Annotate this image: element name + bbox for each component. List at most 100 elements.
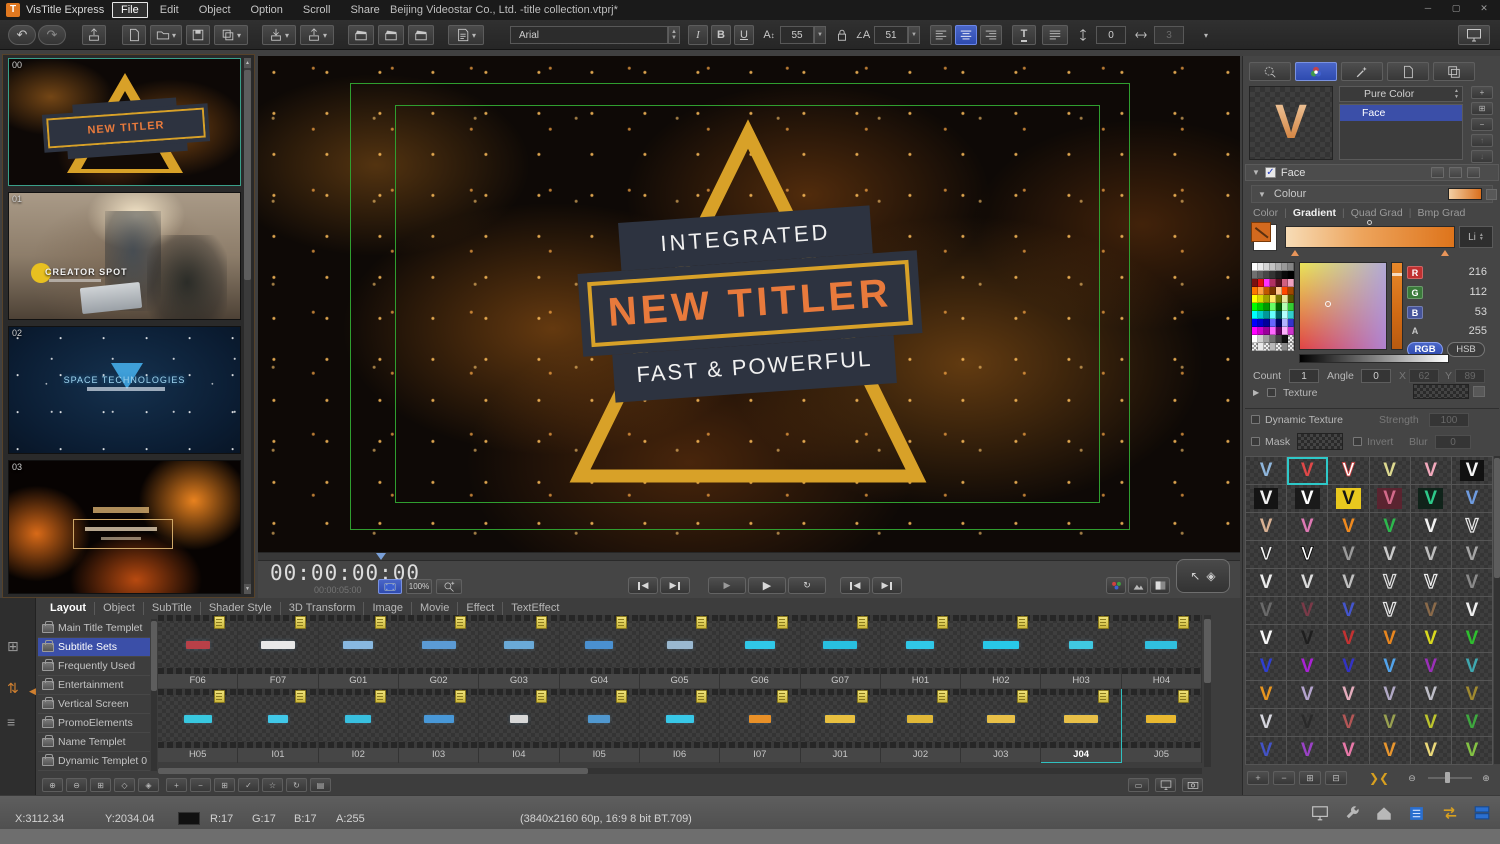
- template-item-g01[interactable]: G01: [318, 615, 399, 689]
- v-style-24[interactable]: V: [1246, 569, 1288, 597]
- v-style-42[interactable]: V: [1246, 653, 1288, 681]
- skew-angle-field[interactable]: 51: [874, 26, 908, 44]
- unlink-template-button[interactable]: ⊖: [66, 778, 87, 792]
- align-right-button[interactable]: [980, 25, 1002, 45]
- paragraph-lines-button[interactable]: [1042, 25, 1068, 45]
- remove-layer-button[interactable]: −: [1471, 118, 1493, 131]
- hue-marker[interactable]: [1392, 273, 1402, 276]
- face-option1-button[interactable]: [1431, 167, 1444, 178]
- shader-layer-list[interactable]: Face: [1339, 104, 1463, 160]
- v-style-4[interactable]: V: [1410, 457, 1452, 485]
- category-frequently-used[interactable]: Frequently Used: [38, 657, 150, 676]
- palette-swatch[interactable]: [1288, 343, 1294, 351]
- template-grid-hthumb[interactable]: [158, 768, 588, 774]
- undo-button[interactable]: [8, 25, 36, 45]
- up-template-button[interactable]: ◇: [114, 778, 135, 792]
- thumbnail-01[interactable]: CREATOR SPOT 01: [8, 192, 241, 320]
- v-style-19[interactable]: V: [1287, 541, 1329, 569]
- v-style-26[interactable]: V: [1328, 569, 1370, 597]
- category-vertical-screen[interactable]: Vertical Screen: [38, 695, 150, 714]
- template-grid-hscrollbar[interactable]: [158, 768, 1202, 774]
- gradient-editor-bar[interactable]: [1285, 226, 1455, 248]
- palette-swatch[interactable]: [1288, 279, 1294, 287]
- minimize-icon[interactable]: ─: [1422, 3, 1434, 14]
- timeline-ruler[interactable]: [258, 553, 1240, 561]
- palette-swatch[interactable]: [1288, 263, 1294, 271]
- template-item-h04[interactable]: H04: [1121, 615, 1203, 689]
- v-style-39[interactable]: V: [1369, 625, 1411, 653]
- monitor-preview-button[interactable]: [1155, 778, 1176, 792]
- scrollbar-thumb[interactable]: [244, 70, 251, 280]
- style-load-button[interactable]: ⊟: [1325, 771, 1347, 785]
- v-style-17[interactable]: V: [1451, 513, 1493, 541]
- template-item-i07[interactable]: I07: [720, 689, 801, 763]
- v-style-55[interactable]: V: [1287, 709, 1329, 737]
- favorite-template-button[interactable]: ☆: [262, 778, 283, 792]
- sort-updown-icon[interactable]: ⇅: [7, 680, 19, 697]
- snapshot-button[interactable]: [1182, 778, 1203, 792]
- v-style-2[interactable]: V: [1328, 457, 1370, 485]
- transfer-icon[interactable]: [1438, 802, 1462, 824]
- v-style-15[interactable]: V: [1369, 513, 1411, 541]
- refresh-template-button[interactable]: ↻: [286, 778, 307, 792]
- close-icon[interactable]: ✕: [1478, 3, 1490, 14]
- v-style-12[interactable]: V: [1246, 513, 1288, 541]
- category-main-title-templet[interactable]: Main Title Templet: [38, 619, 150, 638]
- font-family-spinner[interactable]: ▲ ▼: [668, 26, 680, 44]
- style-zoom-knob[interactable]: [1445, 772, 1450, 783]
- style-zoom-slider[interactable]: [1428, 777, 1472, 779]
- clip-tool-1-button[interactable]: [348, 25, 374, 45]
- category-scroll-thumb[interactable]: [151, 621, 157, 691]
- clip-tool-2-button[interactable]: [378, 25, 404, 45]
- char-spacing-icon[interactable]: [1130, 25, 1152, 45]
- template-item-h05[interactable]: H05: [158, 689, 239, 763]
- collapse-colour-icon[interactable]: ▼: [1258, 190, 1266, 199]
- redo-button[interactable]: [38, 25, 66, 45]
- y-field[interactable]: 89: [1455, 369, 1485, 383]
- v-style-5[interactable]: V: [1451, 457, 1493, 485]
- prev-frame-button[interactable]: ◀: [628, 577, 658, 594]
- face-option2-button[interactable]: [1449, 167, 1462, 178]
- face-section-header[interactable]: ▼ ✓ Face: [1245, 164, 1499, 181]
- tab-layout[interactable]: Layout: [42, 602, 96, 615]
- next-frame-button[interactable]: ▶: [660, 577, 690, 594]
- v-style-63[interactable]: V: [1369, 737, 1411, 765]
- tab-color-styles[interactable]: [1295, 62, 1337, 81]
- gradient-mid-marker[interactable]: [1367, 220, 1372, 225]
- v-style-36[interactable]: V: [1246, 625, 1288, 653]
- v-style-58[interactable]: V: [1410, 709, 1452, 737]
- mask-swatch[interactable]: [1297, 433, 1343, 450]
- v-style-0[interactable]: V: [1246, 457, 1288, 485]
- texture-swatch[interactable]: [1413, 384, 1469, 399]
- category-dynamic-templet-0[interactable]: Dynamic Templet 0: [38, 752, 150, 771]
- add-layer-button[interactable]: +: [1471, 86, 1493, 99]
- style-remove-button[interactable]: −: [1273, 771, 1295, 785]
- new-document-button[interactable]: [122, 25, 146, 45]
- template-item-f06[interactable]: F06: [158, 615, 239, 689]
- underline-button[interactable]: U: [734, 25, 754, 45]
- loop-button[interactable]: ↻: [788, 577, 826, 594]
- v-style-11[interactable]: V: [1451, 485, 1493, 513]
- move-layer-down-button[interactable]: ↓: [1471, 150, 1493, 163]
- tab-3d-transform[interactable]: 3D Transform: [281, 602, 365, 615]
- template-item-i06[interactable]: I06: [639, 689, 721, 763]
- settings-wrench-icon[interactable]: [1340, 802, 1364, 824]
- v-style-51[interactable]: V: [1369, 681, 1411, 709]
- v-style-27[interactable]: V: [1369, 569, 1411, 597]
- gradient-stop-right[interactable]: [1441, 250, 1449, 256]
- shader-type-spinner[interactable]: ▲ ▼: [1451, 87, 1462, 101]
- import-button[interactable]: [262, 25, 296, 45]
- gradient-view-icon[interactable]: [1150, 577, 1170, 594]
- alpha-view-icon[interactable]: [1128, 577, 1148, 594]
- template-item-i05[interactable]: I05: [559, 689, 640, 763]
- script-button[interactable]: [448, 25, 484, 45]
- template-item-j03[interactable]: J03: [961, 689, 1042, 763]
- film-view-button[interactable]: [378, 579, 402, 594]
- pick-move-tool-button[interactable]: ↖ ◈: [1176, 559, 1230, 593]
- clip-tool-3-button[interactable]: [408, 25, 434, 45]
- blur-field[interactable]: 0: [1435, 435, 1471, 449]
- saturation-marker[interactable]: [1325, 301, 1331, 307]
- title-banner[interactable]: INTEGRATED NEW TITLER FAST & POWERFUL: [574, 202, 926, 404]
- colour-options-button[interactable]: [1486, 189, 1497, 200]
- category-entertainment[interactable]: Entertainment: [38, 676, 150, 695]
